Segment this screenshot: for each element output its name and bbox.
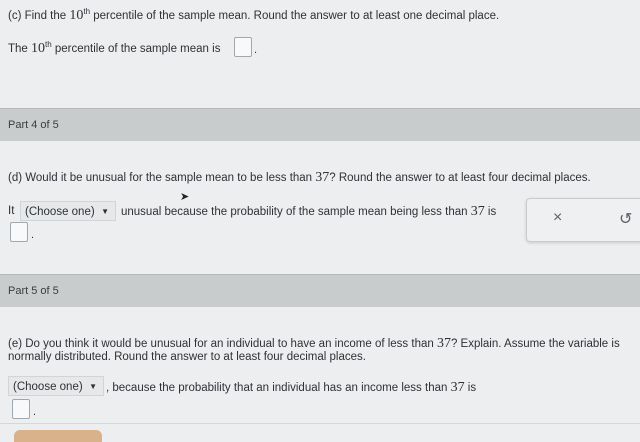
part-c-answer-input[interactable] bbox=[234, 37, 252, 57]
part-d-answer-period: . bbox=[31, 229, 35, 241]
undo-icon[interactable]: ↺ bbox=[619, 209, 632, 229]
part-c-question: (c) Find the 10th percentile of the samp… bbox=[8, 7, 500, 23]
caret-down-icon: ▼ bbox=[101, 207, 109, 216]
answer-toolbar: × ↺ bbox=[526, 198, 640, 242]
part-e-answer-input[interactable] bbox=[12, 399, 30, 419]
section-divider bbox=[0, 423, 640, 424]
part-d-question: (d) Would it be unusual for the sample m… bbox=[8, 170, 591, 185]
part-d-lead: It bbox=[8, 205, 15, 217]
mouse-cursor-icon: ➤ bbox=[180, 191, 190, 203]
part-4-label: Part 4 of 5 bbox=[8, 119, 59, 131]
part-e-answer-period: . bbox=[33, 406, 37, 418]
part-5-label: Part 5 of 5 bbox=[8, 285, 59, 297]
bottom-button[interactable] bbox=[14, 430, 102, 442]
x-icon[interactable]: × bbox=[553, 209, 562, 227]
part-e-question-line1: (e) Do you think it would be unusual for… bbox=[8, 336, 620, 351]
part-e-choose-select[interactable]: (Choose one) ▼ bbox=[8, 376, 104, 396]
part-d-answer-input[interactable] bbox=[10, 222, 28, 242]
part-d-choose-select[interactable]: (Choose one) ▼ bbox=[20, 201, 116, 221]
part-e-question-line2: normally distributed. Round the answer t… bbox=[8, 351, 366, 363]
caret-down-icon: ▼ bbox=[89, 382, 97, 391]
part-e-explanation: , because the probability that an indivi… bbox=[106, 380, 477, 395]
part-4-header: Part 4 of 5 bbox=[0, 108, 640, 141]
part-c-answer-period: . bbox=[254, 44, 258, 56]
part-c-answer-line: The 10th percentile of the sample mean i… bbox=[8, 40, 221, 56]
part-d-explanation: unusual because the probability of the s… bbox=[121, 204, 497, 219]
part-5-header: Part 5 of 5 bbox=[0, 274, 640, 307]
